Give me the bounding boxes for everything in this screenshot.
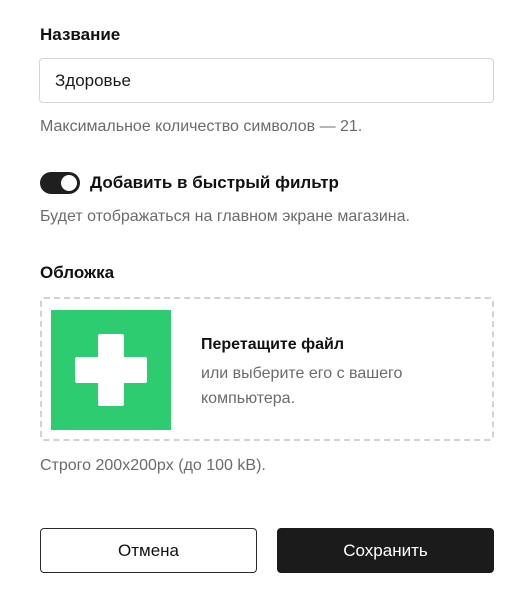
name-input[interactable] (39, 58, 494, 103)
toggle-knob (61, 175, 77, 191)
save-button[interactable]: Сохранить (277, 528, 494, 573)
quick-filter-label: Добавить в быстрый фильтр (90, 173, 339, 192)
name-hint: Максимальное количество символов — 21. (40, 118, 363, 135)
cover-hint: Строго 200x200px (до 100 kB). (40, 457, 266, 474)
cover-label: Обложка (40, 263, 115, 282)
cancel-button[interactable]: Отмена (40, 528, 257, 573)
quick-filter-toggle[interactable] (40, 172, 80, 194)
quick-filter-hint: Будет отображаться на главном экране маг… (40, 208, 410, 225)
cover-thumbnail (51, 310, 171, 430)
name-label: Название (40, 25, 121, 44)
dropzone-title: Перетащите файл (201, 336, 345, 353)
cover-dropzone[interactable]: Перетащите файл или выберите его с вашег… (40, 297, 494, 441)
dropzone-subtitle: или выберите его с вашего компьютера. (201, 365, 403, 407)
